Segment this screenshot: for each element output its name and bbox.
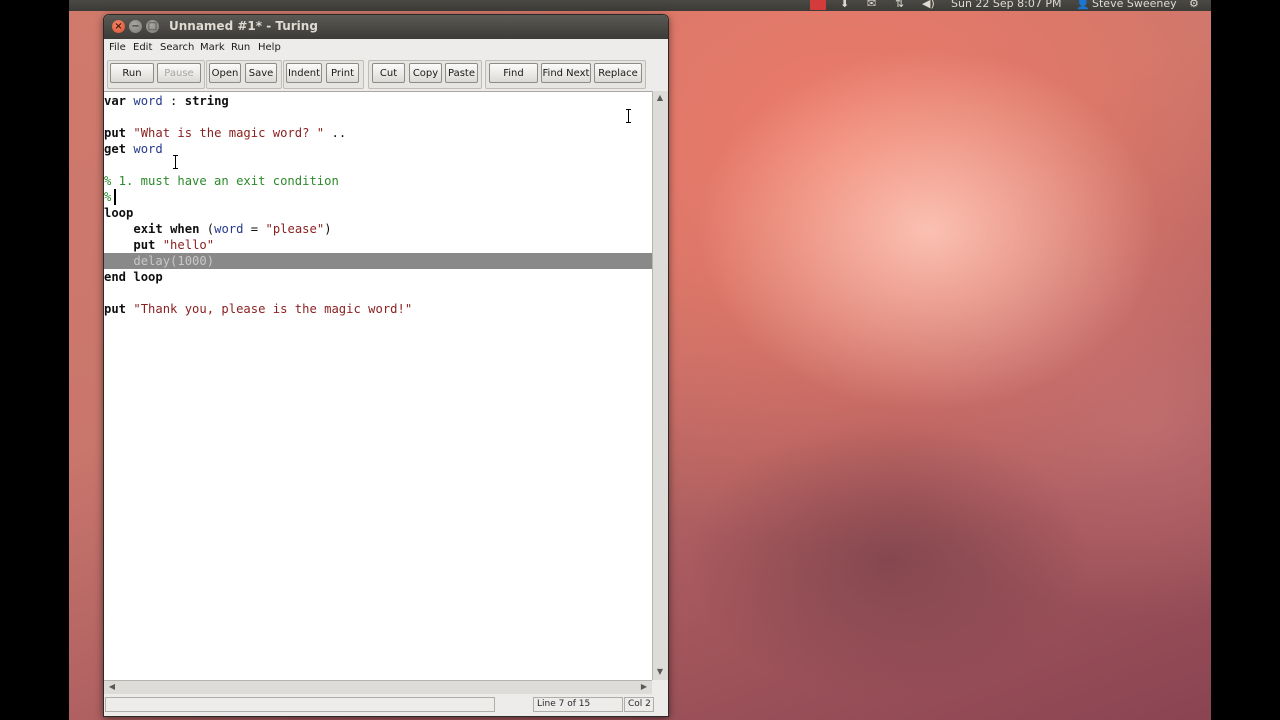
string-literal: "please" <box>265 222 325 236</box>
comment: % 1. must have an exit condition <box>104 174 339 188</box>
keyword: end <box>104 270 127 284</box>
code-line-7: % <box>104 189 652 205</box>
user-name[interactable]: Steve Sweeney <box>1092 0 1177 11</box>
menu-file[interactable]: File <box>109 42 126 53</box>
user-icon: 👤 <box>1076 0 1090 10</box>
identifier: word <box>133 94 163 108</box>
status-message <box>105 697 495 712</box>
scroll-right-arrow-icon[interactable]: ▶ <box>637 681 651 693</box>
menu-edit[interactable]: Edit <box>133 42 152 53</box>
run-button[interactable]: Run <box>110 63 154 83</box>
string-literal: "What is the magic word? " <box>133 126 325 140</box>
window-title: Unnamed #1* - Turing <box>169 19 318 33</box>
print-button[interactable]: Print <box>326 63 359 83</box>
keyword: var <box>104 94 127 108</box>
network-icon[interactable]: ⇅ <box>895 0 904 11</box>
keyword: string <box>184 94 229 108</box>
operator: = <box>243 222 266 236</box>
keyword: loop <box>133 270 163 284</box>
scroll-up-arrow-icon[interactable]: ▲ <box>653 92 667 104</box>
vertical-scrollbar[interactable]: ▲ ▼ <box>652 91 668 680</box>
identifier: word <box>214 222 244 236</box>
identifier: word <box>133 142 163 156</box>
toolbar: Run Pause Open Save Indent Print Cut Cop… <box>104 58 668 91</box>
copy-button[interactable]: Copy <box>409 63 442 83</box>
operator: : <box>162 94 185 108</box>
code-line-4: get word <box>104 141 652 157</box>
minimize-button[interactable]: − <box>129 20 142 33</box>
turing-editor-window: × − □ Unnamed #1* - Turing File Edit Sea… <box>103 14 669 717</box>
mail-icon[interactable]: ✉ <box>867 0 876 11</box>
find-button[interactable]: Find <box>489 63 538 83</box>
keyword: put <box>104 126 127 140</box>
paste-button[interactable]: Paste <box>445 63 478 83</box>
keyword: exit <box>133 222 163 236</box>
scroll-down-arrow-icon[interactable]: ▼ <box>653 666 667 678</box>
open-button[interactable]: Open <box>209 63 241 83</box>
find-next-button[interactable]: Find Next <box>541 63 591 83</box>
keyword: put <box>133 238 156 252</box>
download-arrow-icon[interactable]: ⬇ <box>840 0 849 11</box>
status-line: Line 7 of 15 <box>533 697 623 712</box>
indent-button[interactable]: Indent <box>286 63 322 83</box>
text-caret <box>114 189 116 205</box>
desktop: ⬇ ✉ ⇅ ◀) Sun 22 Sep 8:07 PM 👤 Steve Swee… <box>69 0 1211 720</box>
menu-help[interactable]: Help <box>258 42 281 53</box>
replace-button[interactable]: Replace <box>594 63 642 83</box>
menu-search[interactable]: Search <box>160 42 194 53</box>
save-button[interactable]: Save <box>245 63 277 83</box>
clock-datetime[interactable]: Sun 22 Sep 8:07 PM <box>951 0 1061 11</box>
code-line-14: put "Thank you, please is the magic word… <box>104 301 652 317</box>
highlighted-code: delay(1000) <box>133 254 215 268</box>
code-line-9: exit when (word = "please") <box>104 221 652 237</box>
code-line-3: put "What is the magic word? " .. <box>104 125 652 141</box>
status-col: Col 2 <box>624 697 654 712</box>
close-button[interactable]: × <box>112 20 125 33</box>
operator: ( <box>199 222 215 236</box>
keyword: loop <box>104 206 134 220</box>
window-titlebar[interactable]: × − □ Unnamed #1* - Turing <box>104 15 668 39</box>
scroll-left-arrow-icon[interactable]: ◀ <box>105 681 119 693</box>
comment: % <box>104 190 112 204</box>
menu-bar: File Edit Search Mark Run Help <box>104 39 668 58</box>
volume-icon[interactable]: ◀) <box>922 0 935 11</box>
maximize-button[interactable]: □ <box>146 20 159 33</box>
keyword: when <box>170 222 200 236</box>
keyword: get <box>104 142 127 156</box>
code-editor[interactable]: var word : string put "What is the magic… <box>104 91 652 681</box>
menu-mark[interactable]: Mark <box>200 42 225 53</box>
cut-button[interactable]: Cut <box>372 63 405 83</box>
operator: .. <box>324 126 347 140</box>
horizontal-scrollbar[interactable]: ◀ ▶ <box>104 680 652 694</box>
code-line-10: put "hello" <box>104 237 652 253</box>
pause-button[interactable]: Pause <box>157 63 201 83</box>
operator: ) <box>324 222 332 236</box>
string-literal: "hello" <box>162 238 215 252</box>
ibeam-cursor-icon <box>626 109 632 123</box>
code-line-12: end loop <box>104 269 652 285</box>
ibeam-cursor-icon <box>173 155 179 169</box>
string-literal: "Thank you, please is the magic word!" <box>133 302 413 316</box>
code-line-6: % 1. must have an exit condition <box>104 173 652 189</box>
code-line-11-highlighted: delay(1000) <box>104 253 652 269</box>
gear-icon[interactable]: ⚙ <box>1189 0 1199 11</box>
menu-run[interactable]: Run <box>231 42 250 53</box>
code-line-8: loop <box>104 205 652 221</box>
top-panel: ⬇ ✉ ⇅ ◀) Sun 22 Sep 8:07 PM 👤 Steve Swee… <box>69 0 1211 11</box>
scrollbar-corner <box>652 680 668 694</box>
status-bar: Line 7 of 15 Col 2 <box>104 694 668 716</box>
code-line-1: var word : string <box>104 93 652 109</box>
indicator-red-icon[interactable] <box>810 0 826 10</box>
keyword: put <box>104 302 127 316</box>
